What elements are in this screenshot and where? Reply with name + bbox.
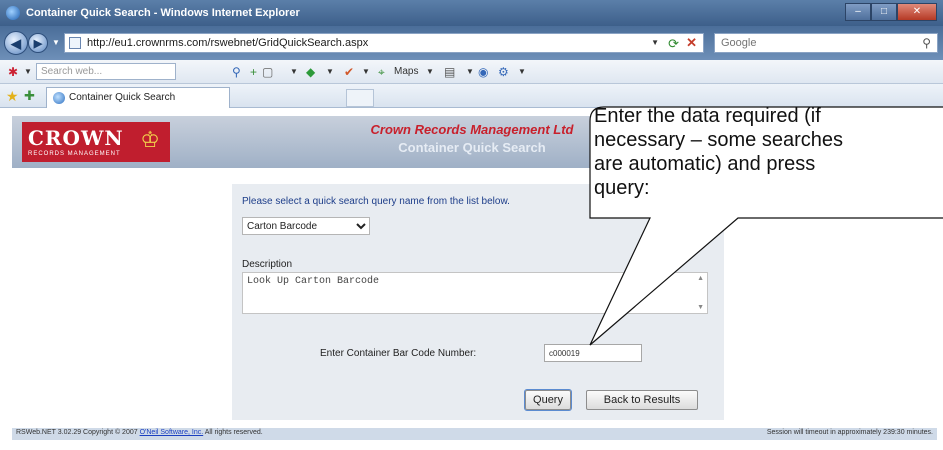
query-prompt: Please select a quick search query name … <box>242 196 510 207</box>
search-icon[interactable]: ⚲ <box>922 36 931 50</box>
description-text: Look Up Carton Barcode <box>247 276 380 287</box>
close-button[interactable]: ✕ <box>897 3 937 21</box>
toolbar-dropdown-icon[interactable]: ▼ <box>466 64 474 80</box>
toolbar-tag-icon[interactable]: ✔ <box>344 64 354 80</box>
callout-text: Enter the data required (if necessary – … <box>594 104 943 216</box>
tab-ie-icon <box>53 92 65 104</box>
scroll-down-icon[interactable]: ▼ <box>697 304 704 311</box>
address-bar: ◀ ▶ ▼ http://eu1.crownrms.com/rswebnet/G… <box>0 26 943 60</box>
toolbar-dropdown-icon[interactable]: ▼ <box>326 64 334 80</box>
browser-search-input[interactable] <box>715 34 905 52</box>
callout-line: Enter the data required (if <box>594 105 821 127</box>
window-controls: – □ ✕ <box>845 3 937 21</box>
page-icon <box>69 37 81 49</box>
minimize-button[interactable]: – <box>845 3 871 21</box>
browser-search-box[interactable]: ⚲ <box>714 33 938 53</box>
toolbar-dropdown-icon[interactable]: ▼ <box>426 64 434 80</box>
toolbar-settings-icon[interactable]: ⚙ <box>498 64 509 80</box>
logo-wordmark: CROWN <box>28 126 124 150</box>
stop-icon[interactable]: ✕ <box>686 35 697 51</box>
copyright-line: RSWeb.NET 3.02.29 Copyright © 2007 O'Nei… <box>16 429 263 436</box>
maximize-button[interactable]: □ <box>871 3 897 21</box>
maps-icon[interactable]: ⌖ <box>378 64 385 80</box>
description-box[interactable]: Look Up Carton Barcode ▲ ▼ <box>242 272 708 314</box>
forward-arrow-icon[interactable]: ▶ <box>28 33 48 53</box>
callout-line: necessary – some searches <box>594 129 844 151</box>
toolbar-dropdown-icon[interactable]: ▼ <box>290 64 298 80</box>
copyright-text: RSWeb.NET 3.02.29 Copyright © 2007 <box>16 429 138 436</box>
url-field[interactable]: http://eu1.crownrms.com/rswebnet/GridQui… <box>64 33 704 53</box>
barcode-input[interactable] <box>544 344 642 362</box>
back-arrow-icon[interactable]: ◀ <box>4 31 28 55</box>
toolbar-dropdown-icon[interactable]: ▼ <box>362 64 370 80</box>
query-button[interactable]: Query <box>524 389 572 411</box>
url-text[interactable]: http://eu1.crownrms.com/rswebnet/GridQui… <box>87 37 368 49</box>
ie-logo-icon <box>6 6 20 20</box>
toolbar-window-icon[interactable]: ▢ <box>262 64 273 80</box>
quick-search-form: Please select a quick search query name … <box>232 184 724 420</box>
tab-label: Container Quick Search <box>69 92 176 103</box>
toolbar-logo-icon[interactable]: ✱ <box>8 64 18 80</box>
favorites-star-icon[interactable]: ★ <box>6 88 19 105</box>
add-favorite-icon[interactable]: ✚ <box>24 88 35 104</box>
callout-line: are automatic) and press <box>594 153 816 175</box>
scroll-up-icon[interactable]: ▲ <box>697 275 704 282</box>
maps-link[interactable]: Maps <box>394 64 418 80</box>
toolbar-add-icon[interactable]: + <box>250 64 257 80</box>
session-timeout-text: Session will timeout in approximately 23… <box>766 429 933 436</box>
barcode-label: Enter Container Bar Code Number: <box>320 348 477 359</box>
browser-toolbar: ✱ ▼ Search web... ⚲ + ▢ ▼ ◆ ▼ ✔ ▼ ⌖ Maps… <box>0 60 943 84</box>
toolbar-dropdown-icon[interactable]: ▼ <box>518 64 526 80</box>
query-select[interactable]: Carton Barcode <box>242 217 370 235</box>
new-tab-button[interactable] <box>346 89 374 107</box>
tab-container-quick-search[interactable]: Container Quick Search <box>46 87 230 108</box>
history-dropdown-icon[interactable]: ▼ <box>52 38 60 47</box>
company-link[interactable]: O'Neil Software, Inc. <box>140 429 204 436</box>
toolbar-mail-icon[interactable]: ▤ <box>444 64 455 80</box>
rights-text: All rights reserved. <box>204 429 263 436</box>
toolbar-search-icon[interactable]: ⚲ <box>232 64 241 80</box>
crown-logo: CROWN ♔ RECORDS MANAGEMENT <box>22 122 170 162</box>
status-footer: RSWeb.NET 3.02.29 Copyright © 2007 O'Nei… <box>12 428 937 440</box>
back-to-results-button[interactable]: Back to Results <box>586 390 698 410</box>
toolbar-leaf-icon[interactable]: ◆ <box>306 64 315 80</box>
window-title-bar: Container Quick Search - Windows Interne… <box>0 0 943 26</box>
toolbar-globe-icon[interactable]: ◉ <box>478 64 488 80</box>
refresh-icon[interactable]: ⟳ <box>668 36 679 52</box>
window-title: Container Quick Search - Windows Interne… <box>26 7 300 19</box>
crown-icon: ♔ <box>140 127 160 152</box>
description-label: Description <box>242 259 293 270</box>
url-dropdown-icon[interactable]: ▼ <box>651 38 659 47</box>
callout-line: query: <box>594 177 650 199</box>
logo-tagline: RECORDS MANAGEMENT <box>28 151 121 157</box>
search-web-field[interactable]: Search web... <box>36 63 176 80</box>
toolbar-dropdown-icon[interactable]: ▼ <box>24 64 32 80</box>
page-title: Container Quick Search <box>398 140 546 155</box>
app-title: Crown Records Management Ltd <box>370 122 574 137</box>
